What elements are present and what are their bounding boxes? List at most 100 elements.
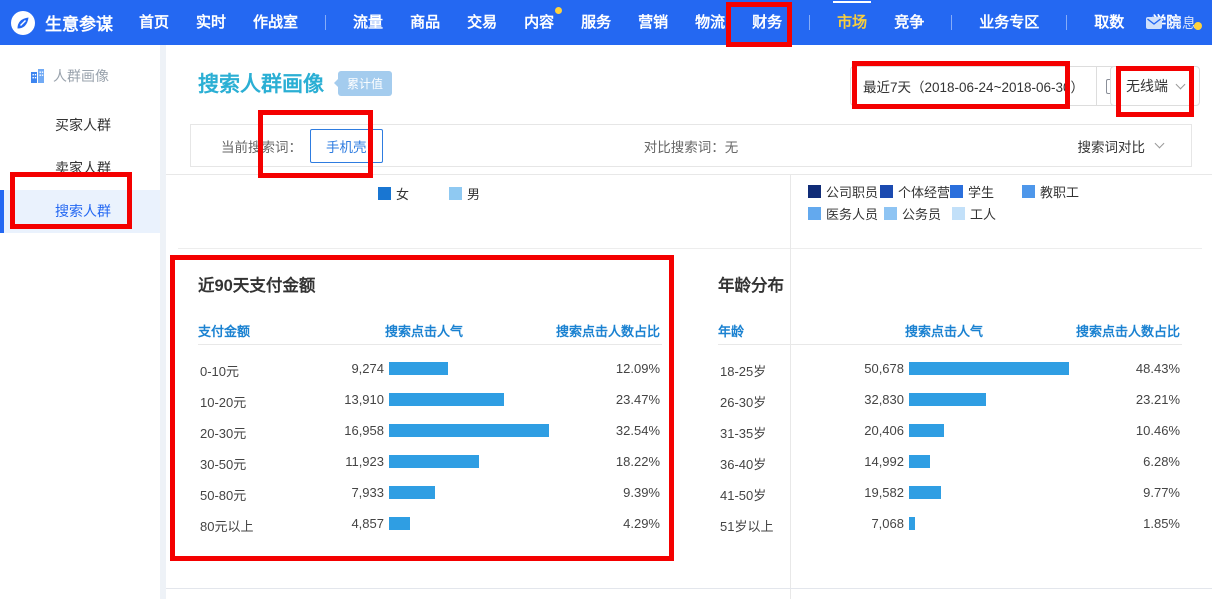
row-label: 30-50元 <box>200 454 246 473</box>
sidebar: 人群画像 买家人群卖家人群搜索人群 <box>0 45 160 599</box>
row-bar <box>389 424 549 437</box>
nav-item-商品[interactable]: 商品 <box>410 0 440 45</box>
legend-item-学生[interactable]: 学生 <box>950 182 994 201</box>
row-label: 20-30元 <box>200 423 246 442</box>
date-range-picker[interactable]: 最近7天（2018-06-24~2018-06-30） 15 <box>850 66 1133 106</box>
column-header[interactable]: 搜索点击人数占比 <box>1076 321 1180 340</box>
legend-item-个体经营/[interactable]: 个体经营/ <box>880 182 954 201</box>
row-bar <box>389 362 448 375</box>
sidebar-item-搜索人群[interactable]: 搜索人群 <box>0 190 160 233</box>
chevron-down-icon <box>1155 139 1165 149</box>
legend-item-公司职员[interactable]: 公司职员 <box>808 182 878 201</box>
message-badge-dot <box>1194 22 1202 30</box>
nav-divider <box>951 15 952 30</box>
nav-item-财务[interactable]: 财务 <box>752 0 782 45</box>
legend-item-公务员[interactable]: 公务员 <box>884 204 941 223</box>
header-underline <box>198 344 662 345</box>
legend-swatch <box>1022 185 1035 198</box>
row-percent: 1.85% <box>1143 516 1180 531</box>
row-bar <box>909 362 1069 375</box>
current-keyword-button[interactable]: 手机壳 <box>310 129 383 163</box>
sidebar-item-卖家人群[interactable]: 卖家人群 <box>0 147 160 190</box>
section-divider <box>166 588 1212 589</box>
nav-item-作战室[interactable]: 作战室 <box>253 0 298 45</box>
date-range-text: 最近7天（2018-06-24~2018-06-30） <box>851 76 1096 96</box>
row-value: 7,068 <box>814 516 904 531</box>
row-value: 7,933 <box>294 485 384 500</box>
legend-swatch <box>449 187 462 200</box>
legend-swatch <box>952 207 965 220</box>
table-row: 51岁以上 7,068 1.85% <box>718 508 1180 539</box>
row-bar <box>389 517 410 530</box>
row-label: 80元以上 <box>200 516 253 535</box>
nav-item-竞争[interactable]: 竞争 <box>894 0 924 45</box>
nav-item-首页[interactable]: 首页 <box>139 0 169 45</box>
nav-item-业务专区[interactable]: 业务专区 <box>979 0 1039 45</box>
nav-item-内容[interactable]: 内容 <box>524 0 554 45</box>
table-row: 80元以上 4,857 4.29% <box>198 508 660 539</box>
nav-items: 首页实时作战室流量商品交易内容服务营销物流财务市场竞争业务专区取数学院 <box>139 0 1196 45</box>
row-percent: 23.47% <box>616 392 660 407</box>
table-row: 10-20元13,91023.47% <box>198 384 660 415</box>
nav-item-市场[interactable]: 市场 <box>837 0 867 45</box>
nav-message[interactable]: 消息 <box>1146 0 1196 45</box>
row-percent: 10.46% <box>1136 423 1180 438</box>
column-header[interactable]: 搜索点击人数占比 <box>556 321 660 340</box>
legend-item-工人[interactable]: 工人 <box>952 204 996 223</box>
table-row: 20-30元16,95832.54% <box>198 415 660 446</box>
row-label: 31-35岁 <box>720 423 766 442</box>
row-percent: 4.29% <box>623 516 660 531</box>
cumulative-value-badge: 累计值 <box>338 71 392 96</box>
column-header[interactable]: 支付金额 <box>198 321 250 340</box>
legend-item-医务人员[interactable]: 医务人员 <box>808 204 878 223</box>
row-value: 50,678 <box>814 361 904 376</box>
row-value: 20,406 <box>814 423 904 438</box>
legend-item-男[interactable]: 男 <box>449 184 480 203</box>
row-label: 10-20元 <box>200 392 246 411</box>
page-title: 搜索人群画像 <box>198 68 324 98</box>
nav-divider <box>325 15 326 30</box>
age-table-header: 年龄 搜索点击人气 搜索点击人数占比 <box>718 321 1180 339</box>
brand[interactable]: 生意参谋 <box>10 10 113 36</box>
sidebar-group-crowd-portrait[interactable]: 人群画像 <box>0 45 160 104</box>
current-keyword-label: 当前搜索词： <box>221 136 302 156</box>
nav-item-实时[interactable]: 实时 <box>196 0 226 45</box>
table-row: 36-40岁14,9926.28% <box>718 446 1180 477</box>
nav-item-物流[interactable]: 物流 <box>695 0 725 45</box>
nav-item-营销[interactable]: 营销 <box>638 0 668 45</box>
sidebar-group-label: 人群画像 <box>53 66 109 86</box>
sidebar-item-买家人群[interactable]: 买家人群 <box>0 104 160 147</box>
terminal-select[interactable]: 无线端 <box>1110 66 1200 106</box>
row-label: 41-50岁 <box>720 485 766 504</box>
legend-item-教职工[interactable]: 教职工 <box>1022 182 1079 201</box>
nav-item-流量[interactable]: 流量 <box>353 0 383 45</box>
keyword-compare-toggle[interactable]: 搜索词对比 <box>1078 136 1164 156</box>
nav-message-label: 消息 <box>1168 13 1196 33</box>
row-bar <box>909 517 915 530</box>
row-bar <box>909 486 941 499</box>
row-value: 4,857 <box>294 516 384 531</box>
row-bar <box>909 393 986 406</box>
table-row: 26-30岁32,83023.21% <box>718 384 1180 415</box>
row-label: 51岁以上 <box>720 516 773 535</box>
legend-swatch <box>884 207 897 220</box>
new-badge-dot <box>555 7 562 14</box>
chevron-down-icon <box>1176 79 1186 89</box>
message-envelope-icon <box>1146 17 1162 29</box>
payment-table-header: 支付金额 搜索点击人气 搜索点击人数占比 <box>198 321 660 339</box>
legend-swatch <box>808 185 821 198</box>
nav-item-交易[interactable]: 交易 <box>467 0 497 45</box>
row-percent: 9.77% <box>1143 485 1180 500</box>
legend-item-女[interactable]: 女 <box>378 184 409 203</box>
table-row: 31-35岁 20,406 10.46% <box>718 415 1180 446</box>
nav-item-服务[interactable]: 服务 <box>581 0 611 45</box>
column-header[interactable]: 搜索点击人气 <box>385 321 463 340</box>
column-header[interactable]: 搜索点击人气 <box>905 321 983 340</box>
row-percent: 12.09% <box>616 361 660 376</box>
table-row: 41-50岁19,5829.77% <box>718 477 1180 508</box>
row-value: 14,992 <box>814 454 904 469</box>
column-header[interactable]: 年龄 <box>718 321 744 340</box>
nav-item-取数[interactable]: 取数 <box>1094 0 1124 45</box>
row-value: 16,958 <box>294 423 384 438</box>
terminal-select-value: 无线端 <box>1126 76 1168 96</box>
